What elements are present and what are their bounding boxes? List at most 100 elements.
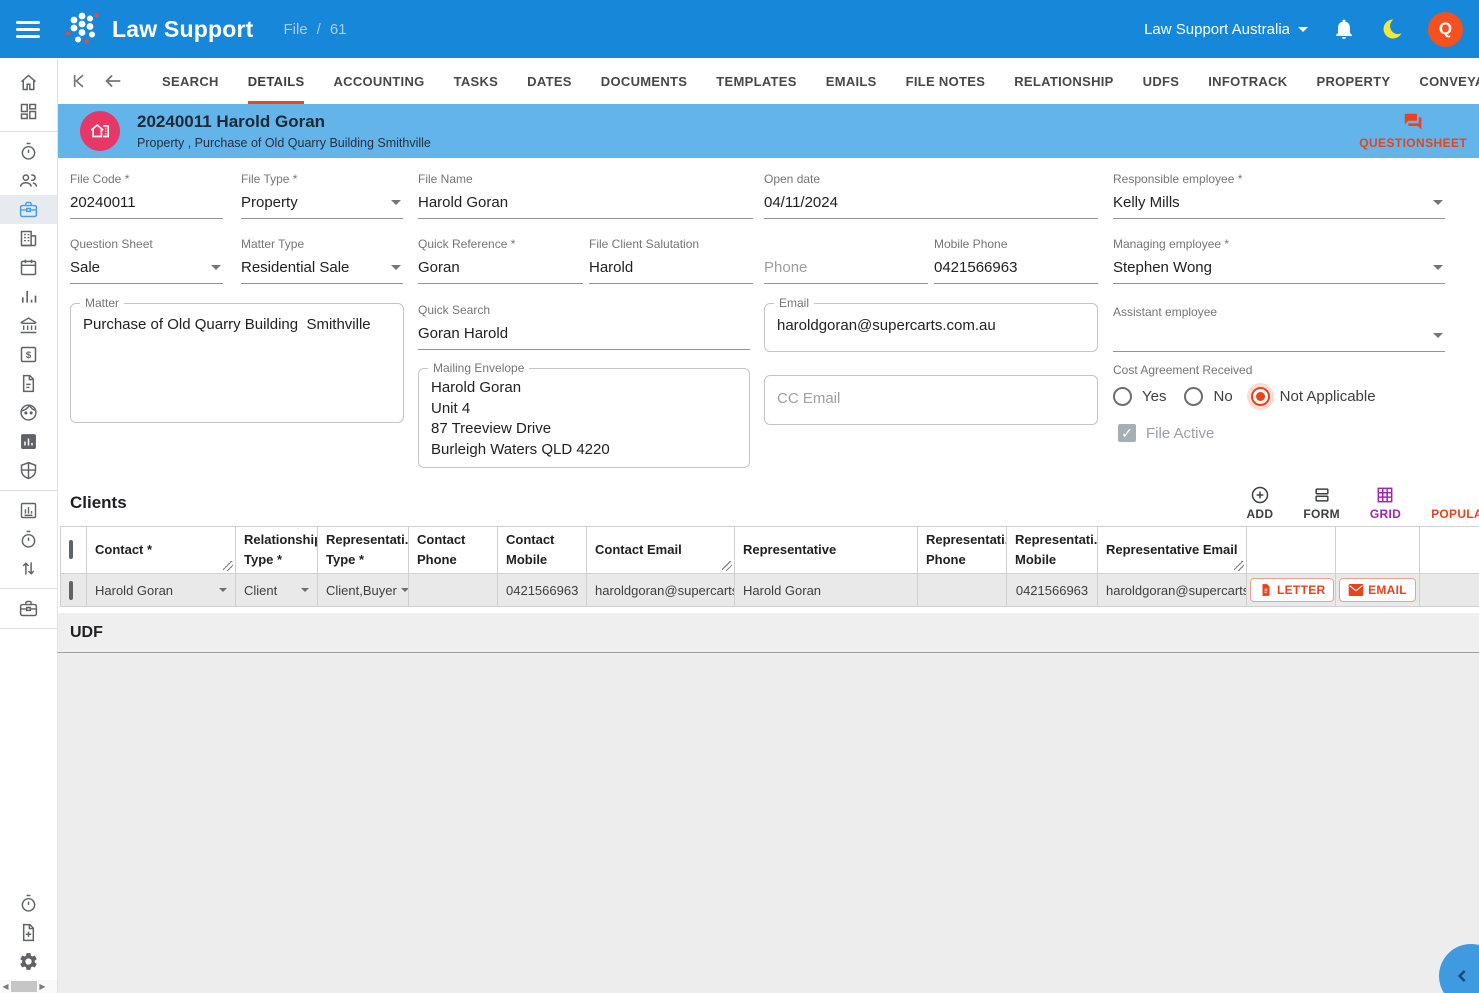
col-representative-mobile[interactable]: Representati... Mobile xyxy=(1006,525,1098,575)
col-relationship-type[interactable]: Relationship Type * xyxy=(235,525,318,575)
sidebar-item-contacts[interactable] xyxy=(0,166,57,195)
sidebar-item-calendar[interactable] xyxy=(0,253,57,282)
tab-property[interactable]: PROPERTY xyxy=(1316,58,1390,104)
tab-documents[interactable]: DOCUMENTS xyxy=(601,58,687,104)
face-icon xyxy=(20,404,37,421)
sidebar-item-timer[interactable] xyxy=(0,137,57,166)
col-contact[interactable]: Contact * xyxy=(86,525,236,575)
populate-fields-join-clients-button[interactable]: POPULATE FIELDS/JOIN CLIENTS xyxy=(1431,485,1479,521)
sidebar-item-settings[interactable] xyxy=(0,947,57,976)
sidebar-item-trust-bank[interactable] xyxy=(0,311,57,340)
sidebar-item-documents[interactable] xyxy=(0,369,57,398)
first-record-button[interactable] xyxy=(68,71,88,91)
col-representative-phone[interactable]: Representati... Phone xyxy=(917,525,1007,575)
sidebar-item-billing[interactable]: $ xyxy=(0,340,57,369)
scroll-right-arrow-icon[interactable]: ▶ xyxy=(37,982,48,991)
add-client-button[interactable]: ADD xyxy=(1246,485,1273,521)
email-input[interactable]: haroldgoran@supercarts.com.au xyxy=(765,304,1097,351)
matter-type-select[interactable]: Residential Sale xyxy=(241,251,403,284)
mobile-phone-input[interactable] xyxy=(934,251,1098,284)
quick-reference-input[interactable] xyxy=(418,251,583,284)
grid-view-button[interactable]: GRID xyxy=(1370,485,1401,521)
sidebar-item-analytics[interactable] xyxy=(0,427,57,456)
sidebar-item-quick-timer[interactable] xyxy=(0,889,57,918)
contact-mobile-cell[interactable]: 0421566963 xyxy=(497,573,587,608)
file-name-input[interactable] xyxy=(418,186,753,219)
cost-agreement-radio-not-applicable[interactable] xyxy=(1250,387,1270,406)
open-date-input[interactable] xyxy=(764,186,1098,219)
back-arrow-button[interactable] xyxy=(102,70,124,92)
contact-phone-cell[interactable] xyxy=(408,573,498,608)
dark-mode-moon-icon[interactable] xyxy=(1380,17,1404,41)
file-active-checkbox[interactable]: ✓ xyxy=(1118,424,1136,442)
sidebar-item-reports[interactable] xyxy=(0,282,57,311)
quick-search-input[interactable] xyxy=(418,317,750,350)
col-contact-mobile[interactable]: Contact Mobile xyxy=(497,525,587,575)
contact-email-cell[interactable]: haroldgoran@supercarts. xyxy=(586,573,735,608)
question-sheet-select[interactable]: Sale xyxy=(70,251,223,284)
tenant-selector[interactable]: Law Support Australia xyxy=(1144,21,1308,38)
representative-phone-cell[interactable] xyxy=(917,573,1007,608)
tab-accounting[interactable]: ACCOUNTING xyxy=(333,58,424,104)
representative-type-cell[interactable]: Client,Buyer xyxy=(317,573,409,608)
sidebar-item-new-document[interactable] xyxy=(0,918,57,947)
tab-conveyance[interactable]: CONVEYANCE xyxy=(1419,58,1479,104)
file-code-input[interactable] xyxy=(70,186,223,219)
tab-tasks[interactable]: TASKS xyxy=(454,58,499,104)
representative-email-cell[interactable]: haroldgoran@supercarts. xyxy=(1097,573,1247,608)
file-type-select[interactable]: Property xyxy=(241,186,403,219)
tab-emails[interactable]: EMAILS xyxy=(826,58,877,104)
cost-agreement-radio-yes[interactable] xyxy=(1113,387,1132,406)
questionsheet-button[interactable]: QUESTIONSHEET xyxy=(1359,112,1467,150)
sidebar-item-time-records[interactable] xyxy=(0,525,57,554)
form-view-button[interactable]: FORM xyxy=(1303,485,1340,521)
row-checkbox[interactable] xyxy=(69,580,73,600)
contact-cell[interactable]: Harold Goran xyxy=(86,573,236,608)
assistant-employee-select[interactable] xyxy=(1113,319,1445,352)
tab-search[interactable]: SEARCH xyxy=(162,58,219,104)
hamburger-menu-icon[interactable] xyxy=(16,17,42,42)
sidebar-item-companies[interactable] xyxy=(0,224,57,253)
horizontal-scrollbar[interactable]: ◀ ▶ xyxy=(0,980,57,993)
phone-input[interactable] xyxy=(764,251,928,284)
col-contact-phone[interactable]: Contact Phone xyxy=(408,525,498,575)
cc-email-input[interactable] xyxy=(765,376,1097,424)
user-avatar[interactable]: Q xyxy=(1428,11,1463,47)
representative-mobile-cell[interactable]: 0421566963 xyxy=(1006,573,1098,608)
col-representative[interactable]: Representative xyxy=(734,525,918,575)
tab-details[interactable]: DETAILS xyxy=(247,58,305,104)
col-representative-type[interactable]: Representati... Type * xyxy=(317,525,409,575)
sidebar-item-transfers[interactable] xyxy=(0,554,57,583)
col-contact-email[interactable]: Contact Email xyxy=(586,525,735,575)
sidebar-item-stats[interactable] xyxy=(0,496,57,525)
tab-file-notes[interactable]: FILE NOTES xyxy=(906,58,986,104)
tab-templates[interactable]: TEMPLATES xyxy=(716,58,796,104)
representative-cell[interactable]: Harold Goran xyxy=(734,573,918,608)
scrollbar-thumb[interactable] xyxy=(11,981,37,992)
email-button[interactable]: EMAIL xyxy=(1339,578,1416,603)
notifications-bell-icon[interactable] xyxy=(1332,17,1356,41)
breadcrumb-section[interactable]: File xyxy=(283,21,307,38)
tab-dates[interactable]: DATES xyxy=(527,58,572,104)
sidebar-item-home[interactable] xyxy=(0,68,57,97)
letter-button[interactable]: LETTER xyxy=(1250,578,1335,603)
scroll-left-arrow-icon[interactable]: ◀ xyxy=(0,982,11,991)
responsible-employee-select[interactable]: Kelly Mills xyxy=(1113,186,1445,219)
sidebar-item-archive-files[interactable] xyxy=(0,594,57,623)
mailing-envelope-textarea[interactable]: Harold Goran Unit 4 87 Treeview Drive Bu… xyxy=(419,369,749,467)
managing-employee-select[interactable]: Stephen Wong xyxy=(1113,251,1445,284)
tab-relationship[interactable]: RELATIONSHIP xyxy=(1014,58,1113,104)
col-representative-email[interactable]: Representative Email xyxy=(1097,525,1247,575)
tab-infotrack[interactable]: INFOTRACK xyxy=(1208,58,1287,104)
sidebar-item-dashboard[interactable] xyxy=(0,97,57,126)
file-tab-bar: SEARCH DETAILS ACCOUNTING TASKS DATES DO… xyxy=(58,58,1479,104)
sidebar-item-persons[interactable] xyxy=(0,398,57,427)
matter-textarea[interactable]: Purchase of Old Quarry Building Smithvil… xyxy=(71,304,403,422)
sidebar-item-safe-custody[interactable] xyxy=(0,456,57,485)
relationship-type-cell[interactable]: Client xyxy=(235,573,318,608)
tab-udfs[interactable]: UDFS xyxy=(1143,58,1180,104)
sidebar-item-files[interactable] xyxy=(0,195,57,224)
cost-agreement-radio-no[interactable] xyxy=(1184,387,1204,406)
file-client-salutation-input[interactable] xyxy=(589,251,753,284)
select-all-checkbox[interactable] xyxy=(69,540,73,560)
